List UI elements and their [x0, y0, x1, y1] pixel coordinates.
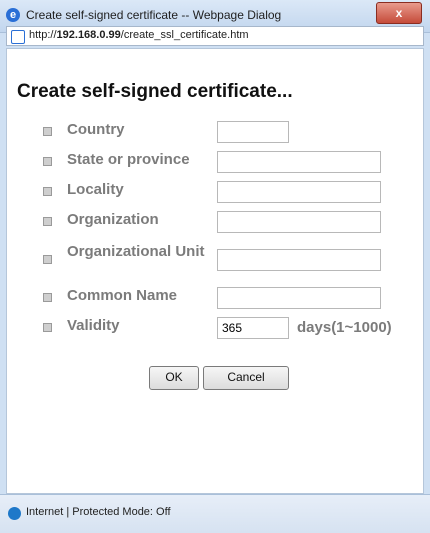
ie-logo-icon: e [6, 8, 20, 22]
page-title: Create self-signed certificate... [17, 81, 293, 102]
status-text: Internet | Protected Mode: Off [26, 506, 171, 518]
row-country: Country [7, 119, 423, 147]
row-validity: Validity days(1~1000) [7, 315, 423, 343]
status-bar: Internet | Protected Mode: Off [0, 494, 430, 533]
label-locality: Locality [67, 181, 124, 198]
bullet-icon [43, 157, 52, 166]
close-button[interactable]: x [376, 2, 422, 24]
row-common-name: Common Name [7, 285, 423, 313]
label-state: State or province [67, 151, 190, 168]
validity-unit: days(1~1000) [297, 319, 392, 336]
organization-input[interactable] [217, 211, 381, 233]
bullet-icon [43, 217, 52, 226]
label-country: Country [67, 121, 125, 138]
globe-icon [8, 507, 21, 520]
bullet-icon [43, 187, 52, 196]
org-unit-input[interactable] [217, 249, 381, 271]
label-org-unit: Organizational Unit [67, 243, 205, 260]
locality-input[interactable] [217, 181, 381, 203]
row-organization: Organization [7, 209, 423, 237]
address-bar: http://192.168.0.99/create_ssl_certifica… [6, 26, 424, 46]
bullet-icon [43, 127, 52, 136]
bullet-icon [43, 323, 52, 332]
common-name-input[interactable] [217, 287, 381, 309]
url-prefix: http:// [29, 29, 57, 41]
label-organization: Organization [67, 211, 159, 228]
url-host: 192.168.0.99 [56, 29, 121, 41]
ok-button[interactable]: OK [149, 366, 199, 390]
bullet-icon [43, 255, 52, 264]
label-common-name: Common Name [67, 287, 178, 304]
cancel-button[interactable]: Cancel [203, 366, 289, 390]
label-validity: Validity [67, 317, 120, 334]
validity-input[interactable] [217, 317, 289, 339]
url-text: http://192.168.0.99/create_ssl_certifica… [29, 29, 249, 41]
row-org-unit: Organizational Unit [7, 241, 423, 281]
window-title: Create self-signed certificate -- Webpag… [26, 8, 282, 22]
dialog-content: Create self-signed certificate... Countr… [6, 48, 424, 494]
bullet-icon [43, 293, 52, 302]
dialog-window: e Create self-signed certificate -- Webp… [0, 0, 430, 533]
country-input[interactable] [217, 121, 289, 143]
state-input[interactable] [217, 151, 381, 173]
page-icon [11, 30, 25, 44]
row-locality: Locality [7, 179, 423, 207]
url-path: /create_ssl_certificate.htm [120, 29, 249, 41]
row-state: State or province [7, 149, 423, 177]
